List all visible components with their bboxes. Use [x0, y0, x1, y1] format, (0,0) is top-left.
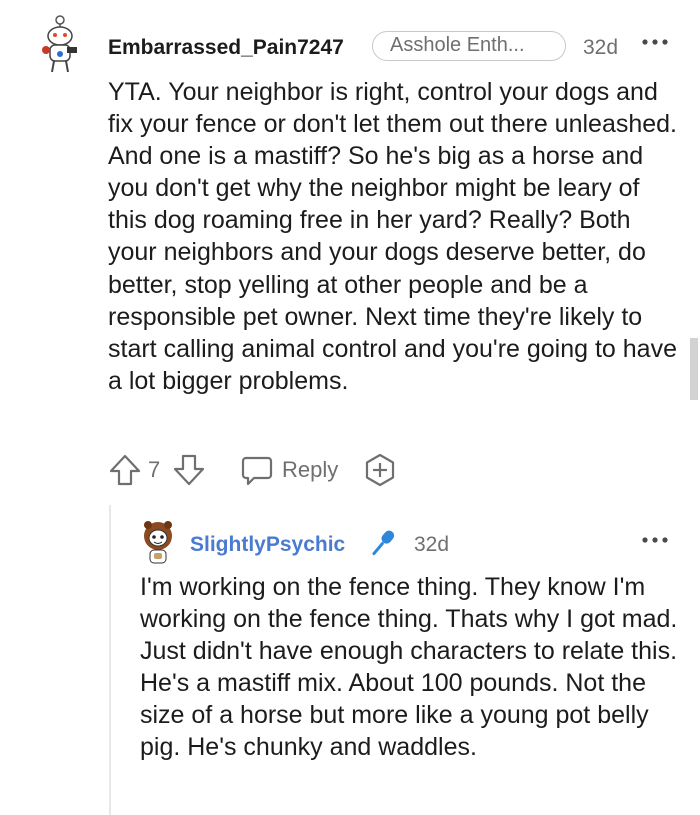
comment-timestamp: 32d	[583, 36, 619, 59]
thread-line[interactable]	[109, 505, 111, 815]
reply-username[interactable]: SlightlyPsychic	[190, 533, 345, 557]
upvote-icon[interactable]	[108, 452, 142, 488]
comment-actions: 7 Reply	[108, 452, 428, 488]
award-icon[interactable]	[362, 452, 398, 488]
reply-icon[interactable]	[240, 452, 274, 488]
user-flair: Asshole Enth...	[372, 31, 566, 61]
more-options-icon[interactable]	[640, 34, 670, 50]
more-options-icon[interactable]	[640, 532, 670, 548]
microphone-icon	[372, 530, 395, 556]
reply-button[interactable]: Reply	[282, 457, 338, 483]
scrollbar-thumb[interactable]	[690, 338, 698, 400]
reply-body: I'm working on the fence thing. They kno…	[140, 573, 678, 762]
downvote-icon[interactable]	[172, 452, 206, 488]
reply-avatar[interactable]	[140, 520, 176, 566]
vote-count: 7	[148, 457, 161, 482]
comment-username[interactable]: Embarrassed_Pain7247	[108, 36, 344, 60]
comment-body: YTA. Your neighbor is right, control you…	[108, 78, 678, 395]
reply-timestamp: 32d	[414, 533, 450, 556]
user-avatar[interactable]	[38, 14, 82, 76]
